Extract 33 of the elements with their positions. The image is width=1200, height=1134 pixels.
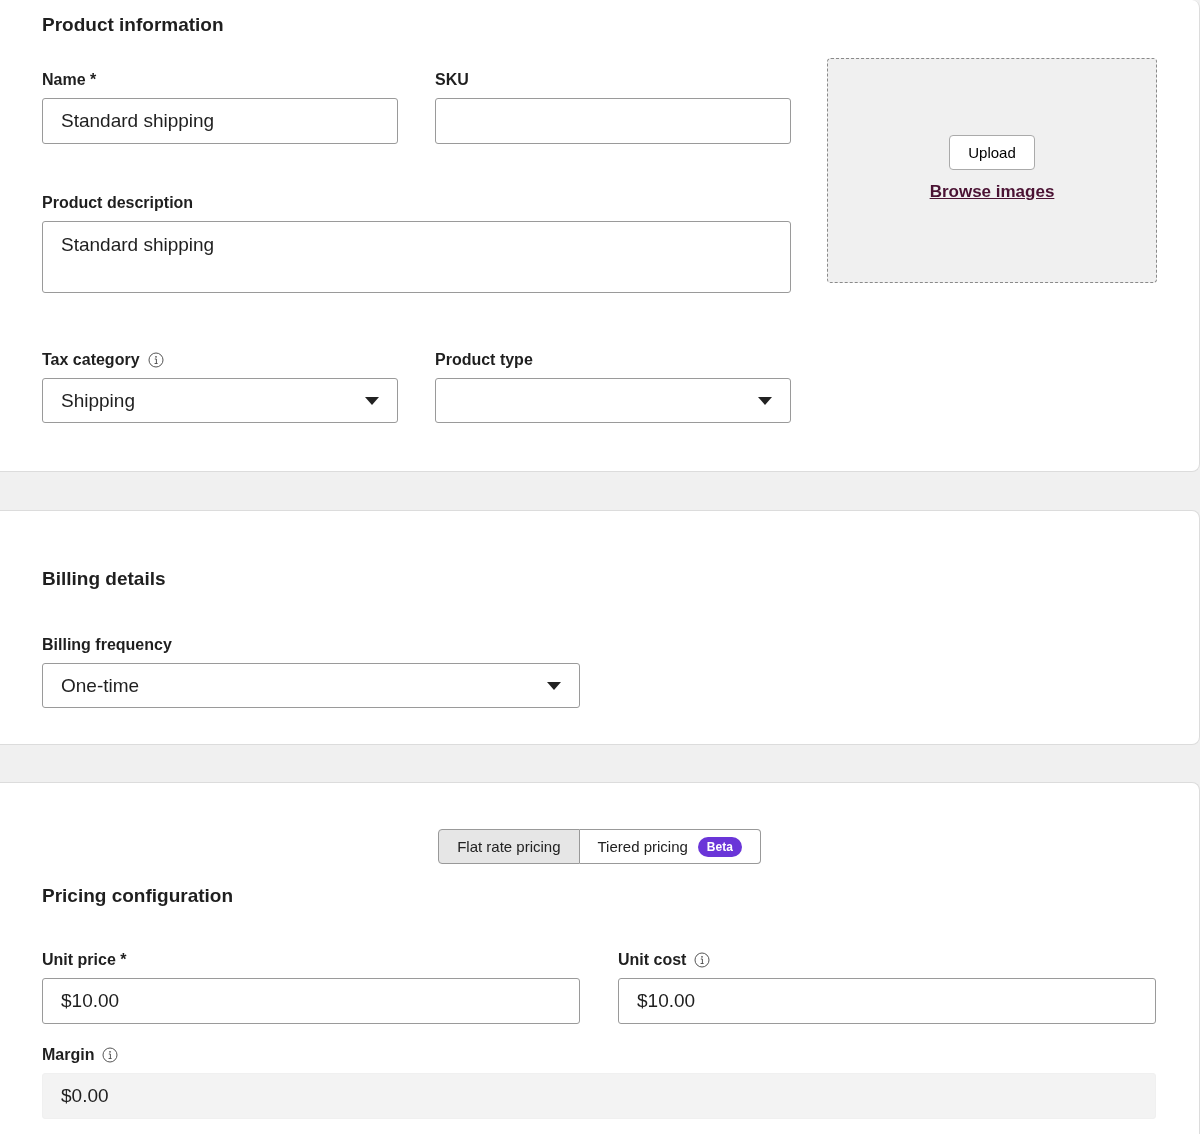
field-label: Name *: [42, 71, 97, 89]
section-title: Pricing configuration: [42, 884, 235, 908]
input-field[interactable]: Standard shipping: [42, 98, 398, 144]
pricing-tab[interactable]: Tiered pricing Beta: [579, 829, 761, 864]
info-icon[interactable]: [147, 352, 164, 368]
pricing-tab[interactable]: Flat rate pricing: [438, 829, 580, 864]
info-icon[interactable]: [694, 952, 711, 968]
caret-icon: [547, 681, 561, 690]
input-field[interactable]: [435, 98, 791, 144]
upload-button[interactable]: Upload: [949, 135, 1035, 170]
field-label: Unit cost: [618, 951, 687, 969]
image-dropzone[interactable]: Upload Browse images: [827, 58, 1157, 283]
field-label: Product description: [42, 194, 194, 212]
caret-icon: [758, 396, 772, 405]
input-field[interactable]: $10.00: [618, 978, 1156, 1024]
field-label: Tax category: [42, 351, 140, 369]
text-area[interactable]: Standard shipping: [42, 221, 791, 293]
dropdown[interactable]: [435, 378, 791, 423]
section-title: Billing details: [42, 567, 167, 591]
field-label: Billing frequency: [42, 636, 172, 654]
caret-icon: [365, 396, 379, 405]
field-label: SKU: [435, 71, 469, 89]
browse-images-link[interactable]: Browse images: [929, 182, 1055, 202]
readonly-field: $0.00: [42, 1073, 1156, 1119]
section-title: Product information: [42, 13, 225, 37]
field-label: Unit price *: [42, 951, 127, 969]
beta-badge: Beta: [697, 836, 742, 857]
field-label: Product type: [435, 351, 533, 369]
dropdown[interactable]: One-time: [42, 663, 580, 708]
input-field[interactable]: $10.00: [42, 978, 580, 1024]
field-label: Margin: [42, 1046, 95, 1064]
info-icon[interactable]: [102, 1047, 119, 1063]
dropdown[interactable]: Shipping: [42, 378, 398, 423]
